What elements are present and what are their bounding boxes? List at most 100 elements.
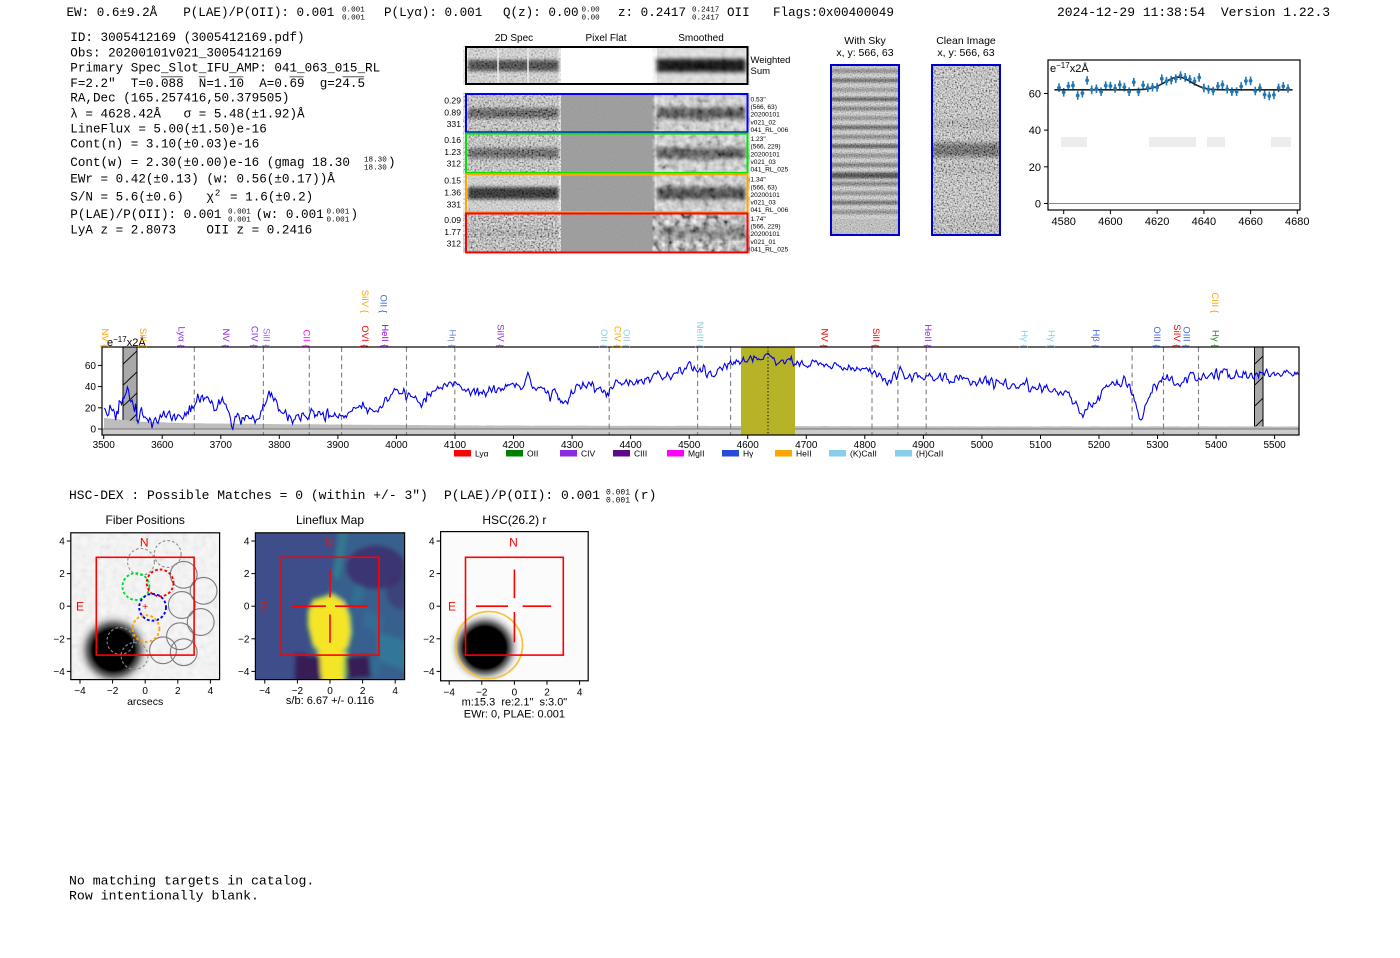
svg-text:v021_03: v021_03 <box>751 200 777 207</box>
svg-text:041_RL_025: 041_RL_025 <box>751 167 789 174</box>
svg-text:OVI {: OVI { <box>359 325 370 347</box>
svg-text:4600: 4600 <box>1098 216 1122 228</box>
svg-text:20200101: 20200101 <box>751 112 781 119</box>
svg-text:SiII {: SiII { <box>870 328 881 348</box>
svg-text:041_RL_006: 041_RL_006 <box>751 127 789 134</box>
svg-text:0.09: 0.09 <box>444 215 461 225</box>
svg-text:0.001: 0.001 <box>327 208 350 216</box>
svg-text:= 1.6(±0.2): = 1.6(±0.2) <box>223 190 314 204</box>
svg-text:1.77: 1.77 <box>444 227 461 237</box>
svg-text:331: 331 <box>447 119 462 129</box>
svg-text:SiII {: SiII { <box>260 328 271 348</box>
svg-text:041_RL_025: 041_RL_025 <box>751 246 789 253</box>
svg-text:0.29: 0.29 <box>444 96 461 106</box>
svg-text:0.001: 0.001 <box>342 6 365 14</box>
svg-text:Lyα {: Lyα { <box>176 327 187 348</box>
svg-text:4: 4 <box>429 537 435 548</box>
svg-text:LyA z = 2.8073 OII z = 0.24: LyA z = 2.8073 OII z = 0.2416 <box>70 224 312 238</box>
svg-text:3500: 3500 <box>93 440 116 451</box>
svg-text:0.00: 0.00 <box>582 6 601 14</box>
svg-text:SiIV {: SiIV { <box>1171 324 1182 347</box>
svg-text:0.15: 0.15 <box>444 176 461 186</box>
svg-text:2: 2 <box>244 569 250 580</box>
svg-text:x, y: 566, 63: x, y: 566, 63 <box>937 47 994 59</box>
svg-text:CIII: CIII <box>634 449 647 459</box>
svg-text:5200: 5200 <box>1088 440 1111 451</box>
svg-text:4000: 4000 <box>385 440 408 451</box>
svg-text:Lineflux Map: Lineflux Map <box>296 513 364 527</box>
svg-text:Hη {: Hη { <box>447 330 458 348</box>
svg-text:Flags:0x00400049: Flags:0x00400049 <box>773 6 894 20</box>
svg-text:HeII {: HeII { <box>922 324 933 347</box>
svg-text:2D Spec: 2D Spec <box>495 33 533 44</box>
svg-text:z: 0.2417: z: 0.2417 <box>618 6 686 20</box>
svg-text:60: 60 <box>1029 89 1041 101</box>
svg-text:(H)CaII: (H)CaII <box>916 449 943 459</box>
svg-text:1.23: 1.23 <box>444 147 461 157</box>
svg-text:−4: −4 <box>259 686 271 697</box>
svg-text:2: 2 <box>215 189 220 199</box>
svg-text:E: E <box>260 600 268 614</box>
svg-text:1.36: 1.36 <box>444 188 461 198</box>
svg-text:041_RL_006: 041_RL_006 <box>751 207 789 214</box>
svg-text:Weighted: Weighted <box>751 55 791 66</box>
svg-text:312: 312 <box>447 159 462 169</box>
svg-text:OII {: OII { <box>620 329 631 347</box>
svg-text:Sum: Sum <box>751 66 771 77</box>
svg-text:N: N <box>509 536 518 550</box>
svg-text:NV {: NV { <box>819 328 830 347</box>
svg-text:−4: −4 <box>443 687 455 698</box>
svg-text:SiIV {: SiIV { <box>494 324 505 347</box>
svg-text:EWr: 0, PLAE: 0.001: EWr: 0, PLAE: 0.001 <box>464 709 565 721</box>
svg-text:1.74": 1.74" <box>751 216 767 223</box>
svg-text:v021_03: v021_03 <box>751 159 777 166</box>
svg-text:0: 0 <box>90 425 96 436</box>
svg-text:331: 331 <box>447 199 462 209</box>
svg-text:SiIV {: SiIV { <box>359 290 370 313</box>
svg-text:): ) <box>351 208 359 222</box>
svg-text:−4: −4 <box>74 686 86 697</box>
svg-text:e−17x2Å: e−17x2Å <box>1050 61 1089 75</box>
svg-text:(566, 229): (566, 229) <box>751 224 781 231</box>
svg-text:1.34": 1.34" <box>751 177 767 184</box>
svg-text:m:15.3 re:2.1" s:3.0": m:15.3 re:2.1" s:3.0" <box>462 697 568 709</box>
svg-text:Hγ: Hγ <box>743 449 754 459</box>
svg-text:EW: 0.6±9.2Å: EW: 0.6±9.2Å <box>67 6 158 20</box>
svg-text:CIV {: CIV { <box>249 326 260 348</box>
svg-text:Lyα: Lyα <box>475 449 489 459</box>
svg-text:Primary Spec_Slot_IFU_AMP: 041: Primary Spec_Slot_IFU_AMP: 041_063_015_R… <box>70 61 380 75</box>
svg-text:4100: 4100 <box>444 440 467 451</box>
svg-text:0.001: 0.001 <box>606 496 630 505</box>
svg-text:−4: −4 <box>238 667 250 678</box>
svg-text:S/N = 5.6(±0.6) χ: S/N = 5.6(±0.6) χ <box>70 190 214 204</box>
svg-text:0: 0 <box>59 602 65 613</box>
svg-text:SiII {: SiII { <box>137 328 148 348</box>
svg-text:OII {: OII { <box>598 329 609 347</box>
svg-text:0.001: 0.001 <box>228 216 251 224</box>
svg-text:20200101: 20200101 <box>751 231 781 238</box>
svg-text:0.00: 0.00 <box>582 14 601 22</box>
svg-text:P(LAE)/P(OII): 0.001: P(LAE)/P(OII): 0.001 <box>183 6 334 20</box>
svg-text:0.2417: 0.2417 <box>692 14 719 22</box>
svg-text:x, y: 566, 63: x, y: 566, 63 <box>836 47 893 59</box>
svg-text:3700: 3700 <box>210 440 233 451</box>
svg-text:4660: 4660 <box>1238 216 1262 228</box>
svg-text:LineFlux = 5.00(±1.50)e-16: LineFlux = 5.00(±1.50)e-16 <box>70 123 266 137</box>
svg-text:0.89: 0.89 <box>444 107 461 117</box>
svg-text:EWr = 0.42(±0.13) (w: 0.56(±0.: EWr = 0.42(±0.13) (w: 0.56(±0.17))Å <box>70 173 335 187</box>
svg-text:3800: 3800 <box>268 440 291 451</box>
svg-text:−2: −2 <box>107 686 119 697</box>
svg-text:5300: 5300 <box>1146 440 1169 451</box>
svg-text:−2: −2 <box>53 634 65 645</box>
svg-text:Fiber Positions: Fiber Positions <box>106 513 185 527</box>
svg-text:Hβ {: Hβ { <box>1090 329 1101 347</box>
svg-text:P(LAE)/P(OII): 0.001: P(LAE)/P(OII): 0.001 <box>70 208 221 222</box>
svg-text:OII: OII <box>727 6 750 20</box>
svg-text:No matching targets in catalog: No matching targets in catalog. <box>69 874 314 889</box>
svg-text:Hγ {: Hγ { <box>1045 330 1056 347</box>
svg-text:40: 40 <box>1029 125 1041 137</box>
svg-text:CIII {: CIII { <box>1209 292 1220 313</box>
svg-text:OII {: OII { <box>377 295 388 313</box>
svg-text:Row intentionally blank.: Row intentionally blank. <box>69 889 259 904</box>
svg-text:HeII {: HeII { <box>379 324 390 347</box>
